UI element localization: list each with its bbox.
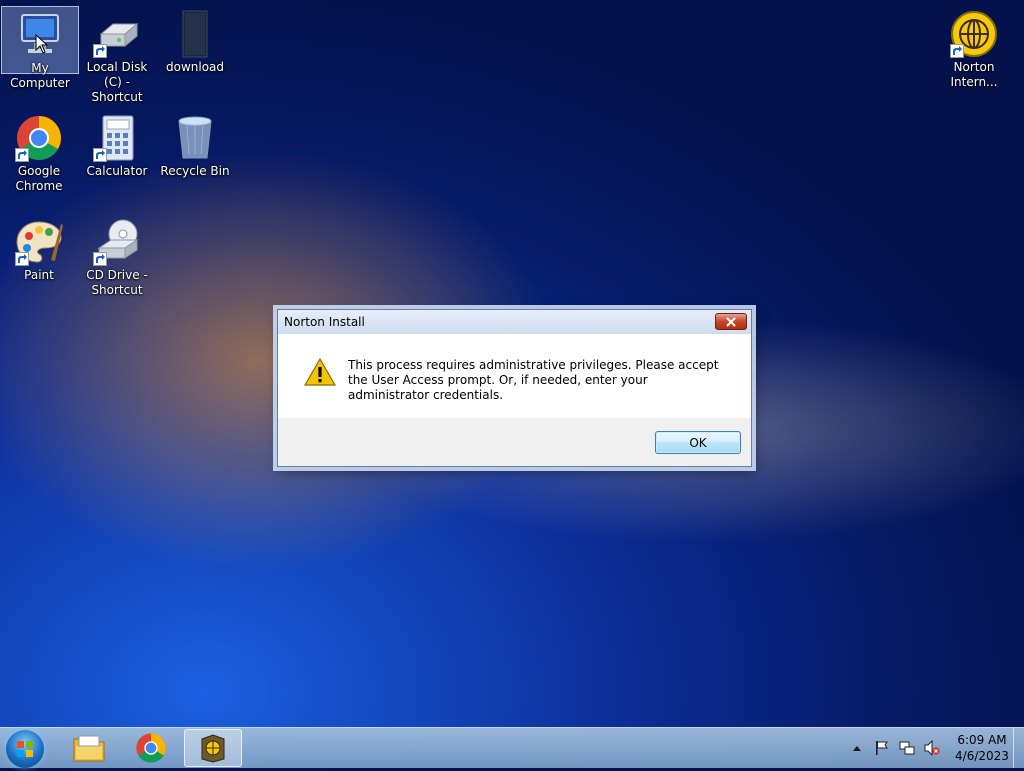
shortcut-arrow-icon <box>15 252 29 266</box>
desktop-icon-paint[interactable]: Paint <box>1 214 77 283</box>
dialog-footer: OK <box>278 418 751 466</box>
download-file-icon <box>171 10 219 58</box>
dialog-message: This process requires administrative pri… <box>348 358 719 402</box>
show-desktop-button[interactable] <box>1013 728 1024 768</box>
system-tray: 6:09 AM 4/6/2023 <box>840 728 1012 768</box>
desktop-icon-label: Calculator <box>86 164 148 178</box>
shortcut-arrow-icon <box>93 44 107 58</box>
desktop-icon-google-chrome[interactable]: Google Chrome <box>1 110 77 194</box>
desktop-icon-download[interactable]: download <box>157 6 233 75</box>
dialog-title: Norton Install <box>284 315 365 329</box>
desktop-icon-calculator[interactable]: Calculator <box>79 110 155 179</box>
chrome-icon <box>15 114 63 162</box>
paint-palette-icon <box>15 218 63 266</box>
desktop-icon-label: CD Drive - Shortcut <box>86 268 148 297</box>
network-button[interactable] <box>899 740 915 756</box>
action-center-flag-icon <box>876 741 888 755</box>
warning-icon <box>304 358 336 386</box>
dialog-body: This process requires administrative pri… <box>278 334 751 418</box>
chrome-icon <box>136 733 166 763</box>
clock-date: 4/6/2023 <box>955 749 1009 763</box>
ok-button[interactable]: OK <box>655 431 741 454</box>
desktop-icon-label: download <box>165 60 225 74</box>
mouse-cursor-icon <box>35 34 49 54</box>
desktop-icon-local-disk-shortcut[interactable]: Local Disk (C) - Shortcut <box>79 6 155 105</box>
desktop-icon-label: Google Chrome <box>15 164 63 193</box>
calculator-icon <box>93 114 141 162</box>
dialog-titlebar[interactable]: Norton Install <box>278 310 751 334</box>
cd-drive-icon <box>93 218 141 266</box>
desktop-icon-cd-drive-shortcut[interactable]: CD Drive - Shortcut <box>79 214 155 298</box>
shortcut-arrow-icon <box>93 148 107 162</box>
dialog-close-button[interactable] <box>715 313 747 330</box>
taskbar-norton-installer[interactable] <box>184 729 242 767</box>
show-hidden-icons-button[interactable] <box>849 740 865 756</box>
volume-button[interactable] <box>924 740 940 756</box>
file-explorer-icon <box>73 735 105 762</box>
taskbar-clock[interactable]: 6:09 AM 4/6/2023 <box>952 732 1012 764</box>
desktop-icon-label: My Computer <box>10 61 70 90</box>
taskbar-file-explorer[interactable] <box>60 729 118 767</box>
chevron-up-icon <box>853 746 861 751</box>
shortcut-arrow-icon <box>93 252 107 266</box>
desktop-icon-label: Local Disk (C) - Shortcut <box>86 60 148 104</box>
desktop-icon-label: Paint <box>24 268 54 282</box>
shortcut-arrow-icon <box>15 148 29 162</box>
action-center-button[interactable] <box>874 740 890 756</box>
desktop-icon-label: Recycle Bin <box>160 164 230 178</box>
norton-installer-icon <box>201 734 225 763</box>
network-icon <box>899 741 915 755</box>
desktop-icon-norton-internet-security[interactable]: Norton Intern... <box>936 6 1012 90</box>
clock-time: 6:09 AM <box>957 733 1007 747</box>
norton-globe-icon <box>950 10 998 58</box>
shortcut-arrow-icon <box>950 44 964 58</box>
desktop-icon-recycle-bin[interactable]: Recycle Bin <box>157 110 233 179</box>
windows-logo-icon <box>17 741 33 757</box>
desktop-icon-label: Norton Intern... <box>950 60 998 89</box>
close-icon <box>726 316 736 327</box>
taskbar-chrome[interactable] <box>122 729 180 767</box>
recycle-bin-icon <box>171 114 219 162</box>
start-button[interactable] <box>6 730 44 768</box>
volume-muted-icon <box>924 740 940 756</box>
taskbar: 6:09 AM 4/6/2023 <box>0 727 1024 768</box>
hard-drive-icon <box>93 10 141 58</box>
norton-install-dialog: Norton Install This process requires adm… <box>277 309 752 467</box>
